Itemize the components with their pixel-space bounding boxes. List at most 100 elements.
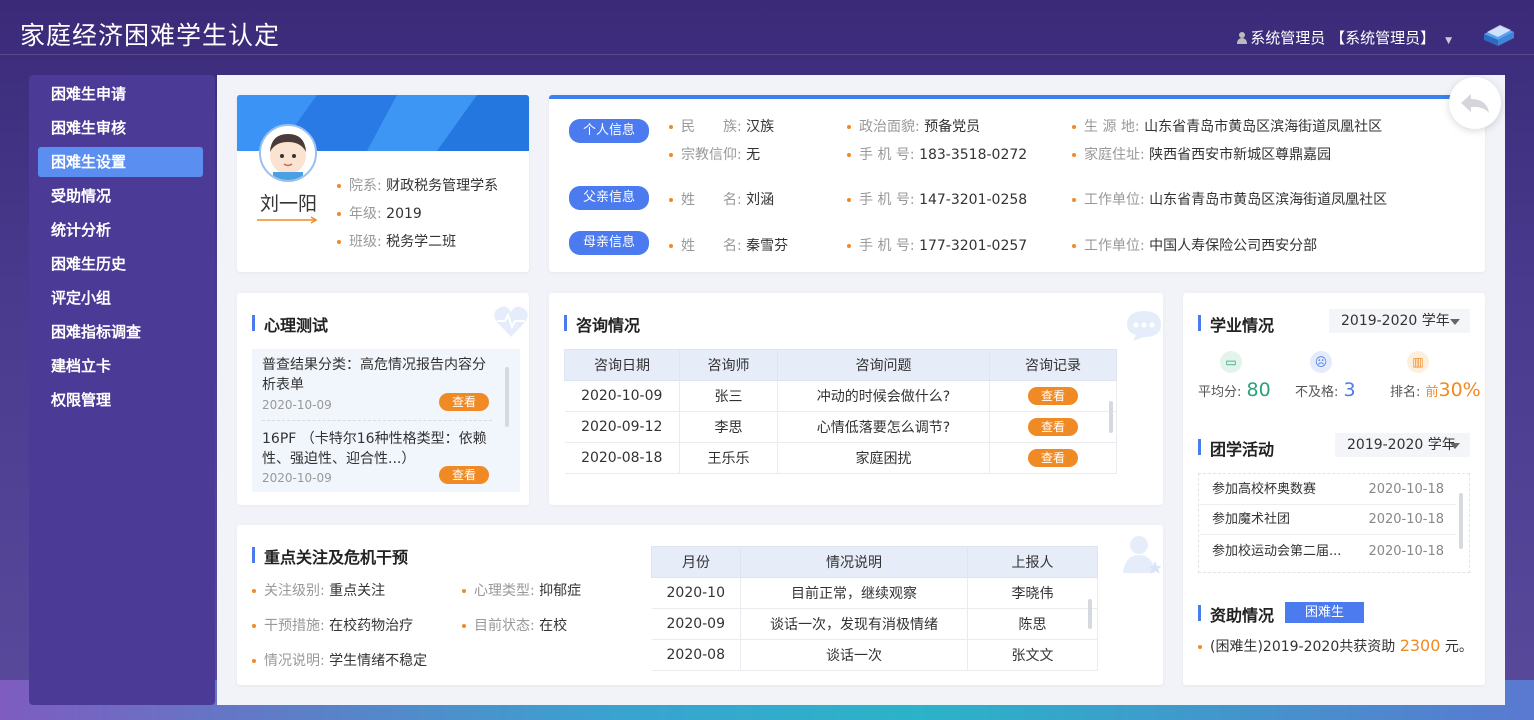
rank-prefix: 前: [1425, 385, 1439, 400]
psych-item-date: 2020-10-09: [262, 471, 332, 485]
list-item: 参加高校杯奥数赛 2020-10-18: [1200, 474, 1456, 505]
cell-reporter: 李晓伟: [967, 577, 1098, 609]
grade-label: 年级:: [349, 206, 382, 222]
sidebar-item-indicator-survey[interactable]: 困难指标调查: [38, 317, 203, 347]
desc-value: 学生情绪不稳定: [329, 653, 428, 669]
view-button[interactable]: 查看: [439, 393, 489, 411]
cell-counselor: 张三: [679, 380, 778, 412]
rank-label: 排名:: [1390, 385, 1421, 400]
personal-info-tag: 个人信息: [569, 119, 649, 143]
divider: [262, 420, 492, 421]
mother-info-tag: 母亲信息: [569, 231, 649, 255]
phone-label: 手 机 号:: [859, 147, 915, 163]
activity-date: 2020-10-18: [1368, 482, 1444, 497]
cell-desc: 谈话一次，发现有消极情绪: [740, 608, 968, 640]
activity-name: 参加魔术社团: [1212, 512, 1291, 527]
sidebar-item-archive[interactable]: 建档立卡: [38, 351, 203, 381]
cell-month: 2020-10: [651, 577, 741, 609]
activity-date: 2020-10-18: [1368, 512, 1444, 527]
view-button[interactable]: 查看: [1028, 387, 1078, 405]
sidebar-item-permissions[interactable]: 权限管理: [38, 385, 203, 415]
fail-value: 3: [1343, 379, 1356, 401]
column-header: 月份: [651, 546, 741, 578]
bullet-icon: [252, 589, 256, 593]
bullet-icon: [669, 244, 673, 248]
sidebar-item-review[interactable]: 困难生审核: [38, 113, 203, 143]
bullet-icon: [337, 212, 341, 216]
sidebar-item-aid-status[interactable]: 受助情况: [38, 181, 203, 211]
psych-list: 普查结果分类：高危情况报告内容分析表单 2020-10-09 查看 16PF （…: [252, 349, 520, 492]
view-button[interactable]: 查看: [1028, 418, 1078, 436]
bullet-icon: [1198, 645, 1202, 649]
heartbeat-icon: [494, 306, 528, 337]
bullet-icon: [1072, 198, 1076, 202]
family-info-card: 个人信息 父亲信息 母亲信息 民 族: 汉族 政治面貌: 预备党员 生 源 地:…: [549, 95, 1485, 272]
table-row: 2020-09 谈话一次，发现有消极情绪 陈思: [651, 608, 1098, 640]
aid-text: (困难生)2019-2020共获资助: [1210, 639, 1396, 655]
father-phone-label: 手 机 号:: [859, 192, 915, 208]
mother-work-label: 工作单位:: [1084, 238, 1145, 254]
activity-date: 2020-10-18: [1368, 544, 1444, 559]
undo-arrow-icon: [1461, 94, 1489, 113]
cell-month: 2020-09: [651, 608, 741, 640]
aid-title: 资助情况: [1198, 602, 1274, 626]
bullet-icon: [337, 240, 341, 244]
sidebar-item-apply[interactable]: 困难生申请: [38, 79, 203, 109]
psych-item-text: 普查结果分类：高危情况报告内容分析表单: [262, 357, 486, 393]
fail-count: 不及格: 3: [1295, 379, 1356, 401]
academic-year-select[interactable]: 2019-2020 学年: [1329, 309, 1470, 333]
aid-summary: (困难生)2019-2020共获资助 2300 元。: [1198, 636, 1473, 656]
grade-value: 2019: [386, 206, 422, 222]
sidebar-item-statistics[interactable]: 统计分析: [38, 215, 203, 245]
column-header: 情况说明: [740, 546, 968, 578]
measure-label: 干预措施:: [264, 618, 325, 634]
status-label: 目前状态:: [474, 618, 535, 634]
cell-record: 查看: [989, 411, 1117, 443]
scrollbar[interactable]: [1459, 493, 1463, 549]
bullet-icon: [847, 125, 851, 129]
fail-label: 不及格:: [1295, 385, 1339, 400]
type-value: 抑郁症: [539, 583, 582, 599]
bullet-icon: [462, 589, 466, 593]
scrollbar[interactable]: [505, 367, 509, 427]
user-star-icon: [1123, 536, 1162, 574]
average-value: 80: [1246, 379, 1271, 401]
column-header: 咨询师: [679, 349, 778, 381]
bullet-icon: [252, 624, 256, 628]
view-button[interactable]: 查看: [439, 466, 489, 484]
rank-value: 30%: [1438, 379, 1481, 401]
average-label: 平均分:: [1198, 385, 1242, 400]
user-menu[interactable]: 系统管理员 【系统管理员】 ▼: [1237, 27, 1452, 48]
back-button[interactable]: [1449, 77, 1501, 129]
bullet-icon: [1072, 153, 1076, 157]
psych-test-card: 心理测试 普查结果分类：高危情况报告内容分析表单 2020-10-09 查看 1…: [237, 293, 529, 505]
origin-label: 生 源 地:: [1084, 119, 1140, 135]
view-button[interactable]: 查看: [1028, 449, 1078, 467]
cell-date: 2020-09-12: [564, 411, 680, 443]
sidebar-item-committee[interactable]: 评定小组: [38, 283, 203, 313]
mother-name-value: 秦雪芬: [746, 238, 789, 254]
father-work-label: 工作单位:: [1084, 192, 1145, 208]
level-value: 重点关注: [329, 583, 386, 599]
column-header: 咨询问题: [777, 349, 990, 381]
desc-label: 情况说明:: [264, 653, 325, 669]
sidebar-item-history[interactable]: 困难生历史: [38, 249, 203, 279]
activity-year-select[interactable]: 2019-2020 学年: [1335, 433, 1470, 457]
student-name: 刘一阳: [260, 193, 318, 215]
table-row: 2020-08 谈话一次 张文文: [651, 639, 1098, 671]
app-title: 家庭经济困难学生认定: [20, 21, 281, 50]
user-icon: [1237, 31, 1248, 44]
cell-record: 查看: [989, 380, 1117, 412]
father-work-value: 山东省青岛市黄岛区滨海街道凤凰社区: [1149, 192, 1388, 208]
cell-month: 2020-08: [651, 639, 741, 671]
aid-tag: 困难生: [1285, 602, 1364, 623]
list-item: 参加魔术社团 2020-10-18: [1200, 504, 1456, 535]
class-value: 税务学二班: [386, 234, 457, 250]
scrollbar[interactable]: [1088, 599, 1092, 629]
sidebar-item-settings[interactable]: 困难生设置: [38, 147, 203, 177]
scrollbar[interactable]: [1109, 401, 1113, 433]
mother-work-value: 中国人寿保险公司西安分部: [1149, 238, 1318, 254]
bullet-icon: [337, 184, 341, 188]
origin-value: 山东省青岛市黄岛区滨海街道凤凰社区: [1144, 119, 1383, 135]
focus-card: 重点关注及危机干预 关注级别: 重点关注 心理类型: 抑郁症 干预措施: 在校药…: [237, 525, 1163, 685]
